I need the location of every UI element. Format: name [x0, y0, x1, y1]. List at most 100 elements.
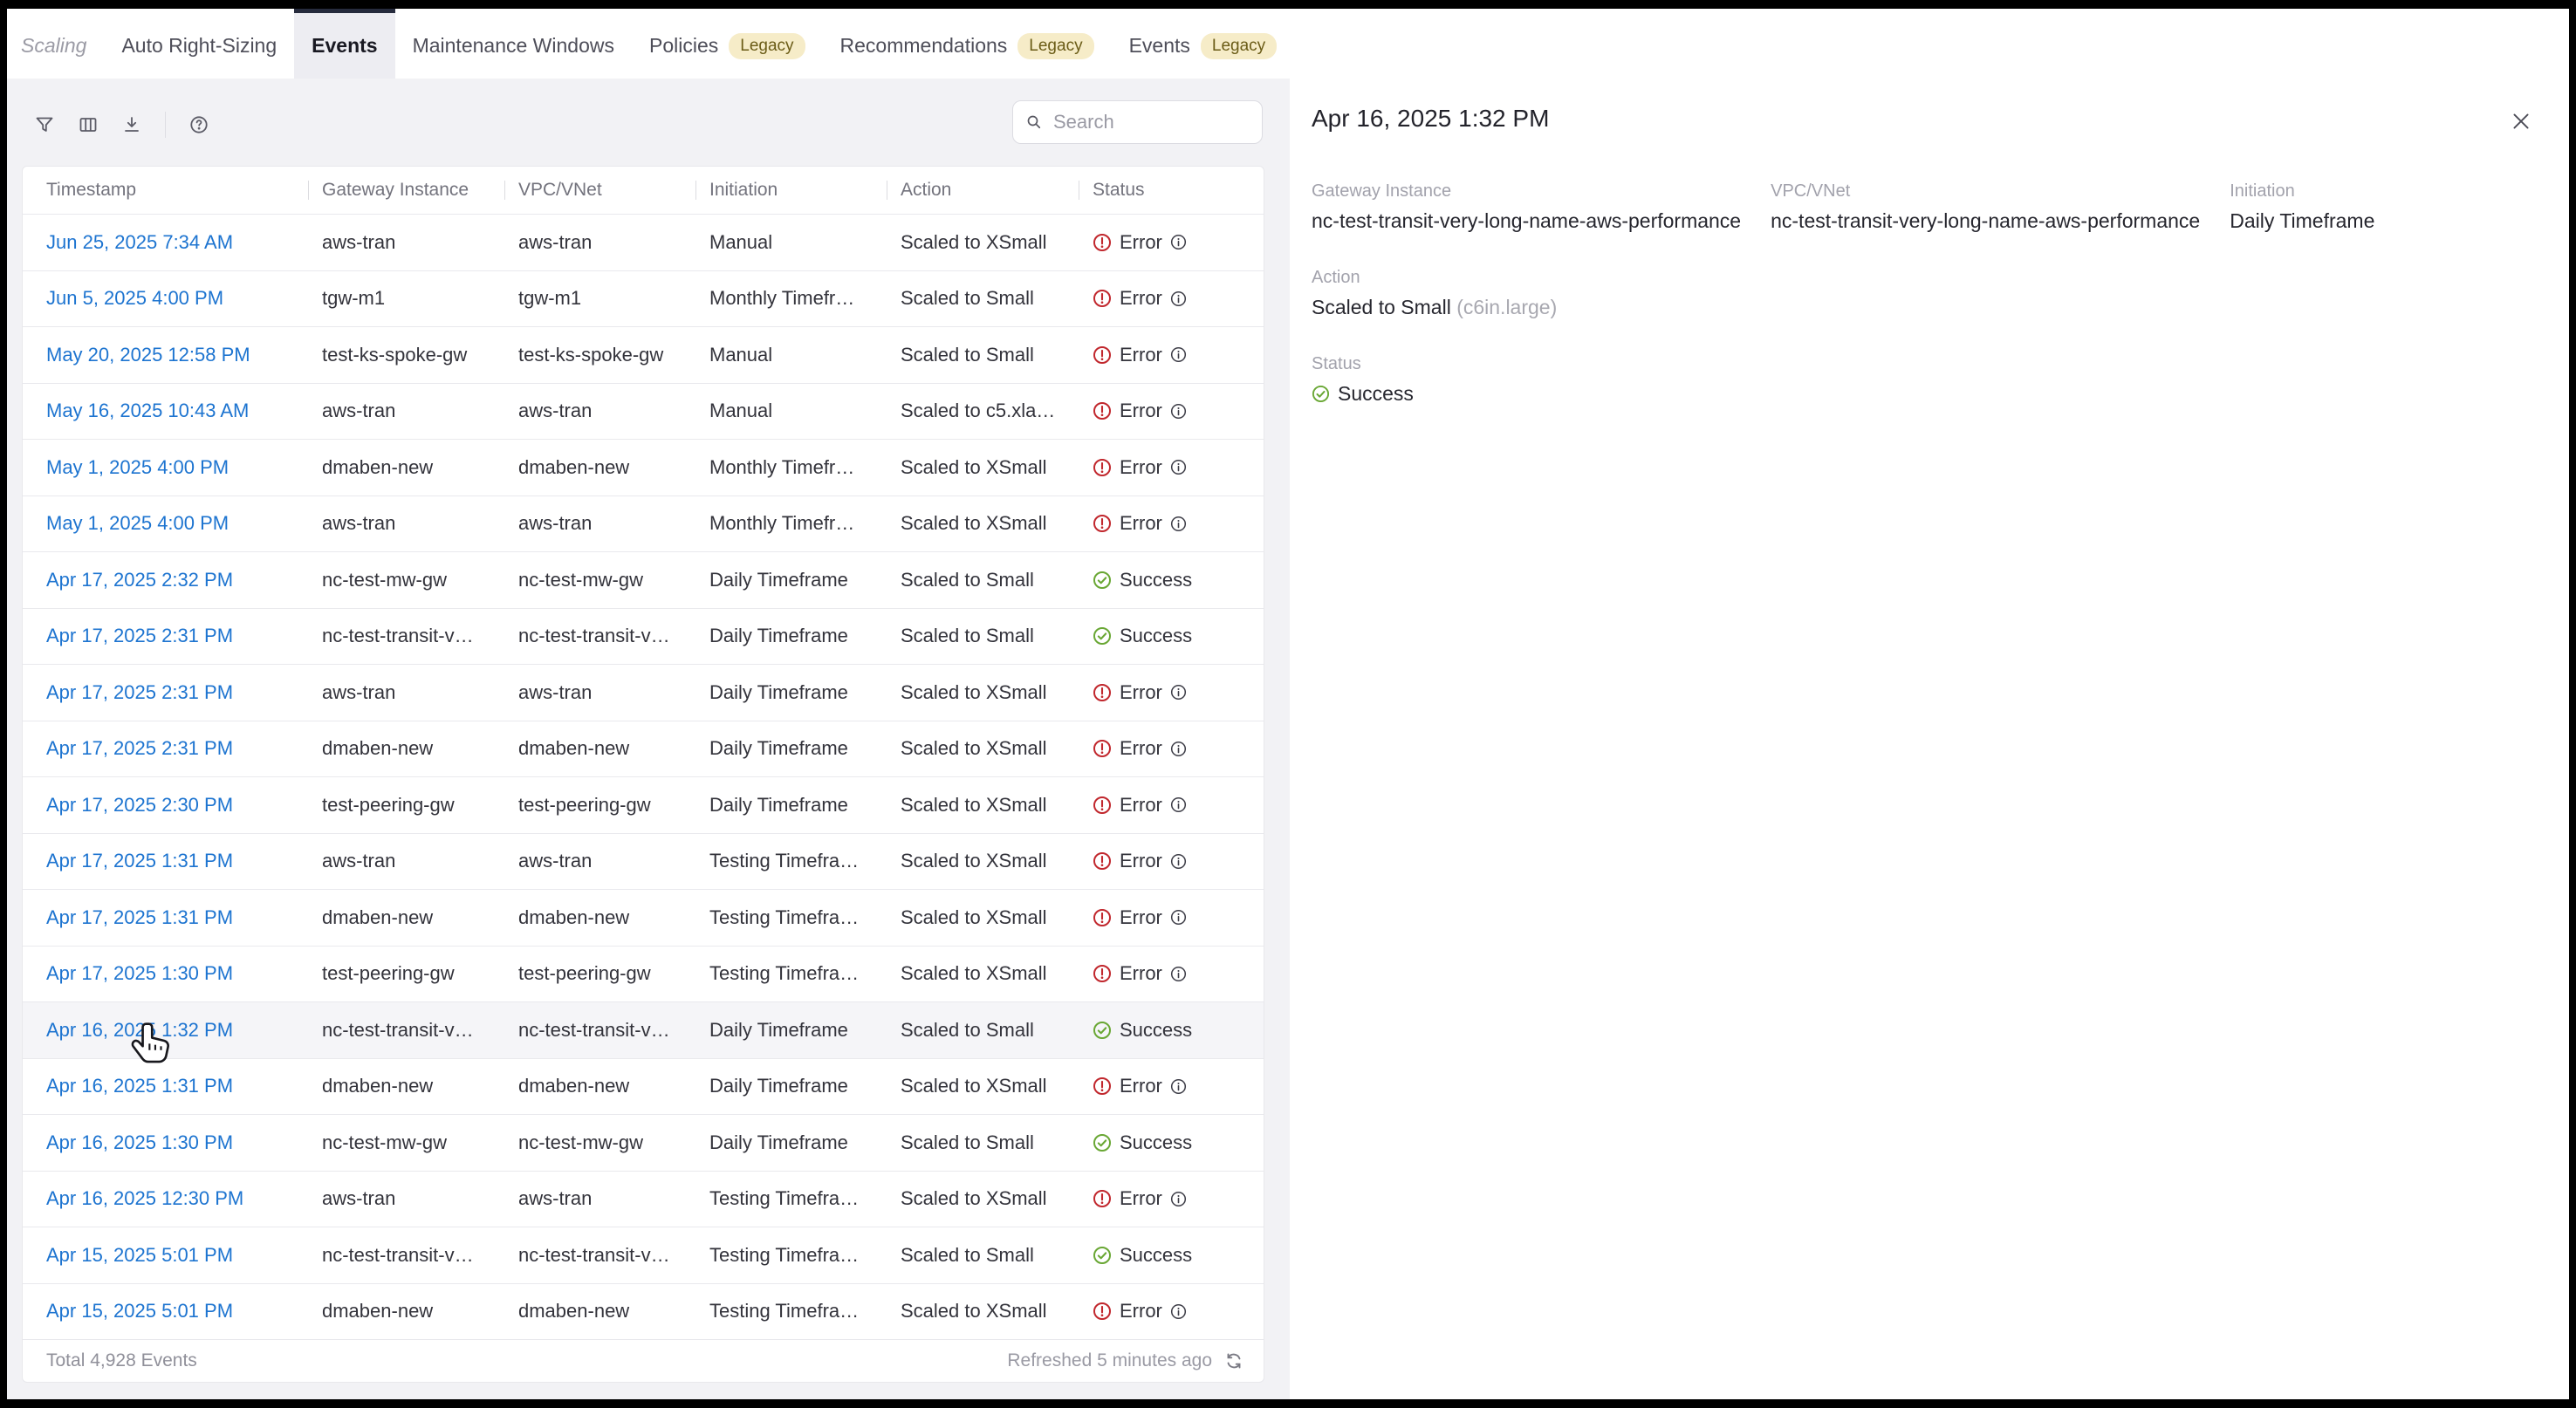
timestamp-link[interactable]: Apr 16, 2025 12:30 PM	[46, 1187, 243, 1209]
table-row[interactable]: May 20, 2025 12:58 PMtest-ks-spoke-gwtes…	[23, 326, 1264, 383]
legacy-badge: Legacy	[1017, 33, 1093, 59]
table-row[interactable]: May 1, 2025 4:00 PMaws-tranaws-tranMonth…	[23, 496, 1264, 552]
field-label: Initiation	[2230, 181, 2374, 202]
timestamp-link[interactable]: May 20, 2025 12:58 PM	[46, 344, 250, 366]
table-row[interactable]: Apr 16, 2025 12:30 PMaws-tranaws-tranTes…	[23, 1171, 1264, 1227]
vpc-vnet-cell: dmaben-new	[504, 906, 695, 929]
info-circle-icon[interactable]	[1170, 234, 1187, 250]
tab-label: Auto Right-Sizing	[121, 34, 277, 58]
timestamp-link[interactable]: Apr 16, 2025 1:32 PM	[46, 1019, 233, 1041]
info-circle-icon[interactable]	[1170, 796, 1187, 813]
info-circle-icon[interactable]	[1170, 741, 1187, 757]
table-row[interactable]: Apr 15, 2025 5:01 PMnc-test-transit-v…nc…	[23, 1227, 1264, 1283]
info-circle-icon[interactable]	[1170, 516, 1187, 532]
table-row[interactable]: Apr 17, 2025 2:31 PMaws-tranaws-tranDail…	[23, 664, 1264, 721]
timestamp-link[interactable]: Jun 5, 2025 4:00 PM	[46, 287, 223, 309]
info-circle-icon[interactable]	[1170, 966, 1187, 982]
status-cell: Error	[1079, 456, 1264, 479]
download-icon[interactable]	[121, 114, 142, 135]
timestamp-link[interactable]: Apr 16, 2025 1:30 PM	[46, 1131, 233, 1153]
error-circle-icon	[1093, 1302, 1112, 1321]
initiation-cell: Daily Timeframe	[695, 681, 887, 704]
timestamp-link[interactable]: Apr 17, 2025 2:31 PM	[46, 737, 233, 759]
info-circle-icon[interactable]	[1170, 459, 1187, 475]
table-toolbar	[22, 79, 1264, 166]
table-footer: Total 4,928 Events Refreshed 5 minutes a…	[23, 1339, 1264, 1382]
timestamp-link[interactable]: Apr 17, 2025 2:31 PM	[46, 681, 233, 703]
tab-events-legacy[interactable]: EventsLegacy	[1112, 9, 1295, 79]
table-row[interactable]: Apr 17, 2025 1:31 PMdmaben-newdmaben-new…	[23, 889, 1264, 946]
info-circle-icon[interactable]	[1170, 909, 1187, 926]
filter-icon[interactable]	[34, 114, 55, 135]
error-circle-icon	[1093, 1189, 1112, 1208]
table-row[interactable]: Apr 16, 2025 1:31 PMdmaben-newdmaben-new…	[23, 1058, 1264, 1115]
vpc-vnet-cell: dmaben-new	[504, 1075, 695, 1097]
tab-auto-right-sizing[interactable]: Auto Right-Sizing	[104, 9, 294, 79]
info-circle-icon[interactable]	[1170, 684, 1187, 701]
initiation-cell: Monthly Timefr…	[695, 287, 887, 310]
timestamp-link[interactable]: Apr 17, 2025 2:30 PM	[46, 794, 233, 816]
status-cell: Error	[1079, 850, 1264, 872]
initiation-cell: Manual	[695, 231, 887, 254]
detail-field-gateway-instance: Gateway Instancenc-test-transit-very-lon…	[1312, 181, 1741, 233]
initiation-cell: Daily Timeframe	[695, 1019, 887, 1042]
search-box[interactable]	[1012, 100, 1263, 144]
initiation-cell: Daily Timeframe	[695, 737, 887, 760]
info-circle-icon[interactable]	[1170, 346, 1187, 363]
vpc-vnet-cell: aws-tran	[504, 850, 695, 872]
timestamp-link[interactable]: Apr 15, 2025 5:01 PM	[46, 1300, 233, 1322]
search-icon	[1025, 113, 1043, 131]
error-circle-icon	[1093, 908, 1112, 927]
table-row[interactable]: Apr 15, 2025 5:01 PMdmaben-newdmaben-new…	[23, 1283, 1264, 1340]
info-circle-icon[interactable]	[1170, 1078, 1187, 1095]
columns-icon[interactable]	[78, 114, 99, 135]
timestamp-link[interactable]: Apr 16, 2025 1:31 PM	[46, 1075, 233, 1097]
tab-scaling[interactable]: Scaling	[21, 9, 104, 79]
timestamp-link[interactable]: Apr 17, 2025 1:31 PM	[46, 906, 233, 928]
status-cell: Error	[1079, 231, 1264, 254]
table-row[interactable]: Apr 16, 2025 1:30 PMnc-test-mw-gwnc-test…	[23, 1114, 1264, 1171]
info-circle-icon[interactable]	[1170, 290, 1187, 307]
status-cell: Error	[1079, 344, 1264, 366]
table-row[interactable]: Jun 5, 2025 4:00 PMtgw-m1tgw-m1Monthly T…	[23, 270, 1264, 327]
timestamp-link[interactable]: May 16, 2025 10:43 AM	[46, 400, 249, 421]
table-row[interactable]: May 16, 2025 10:43 AMaws-tranaws-tranMan…	[23, 383, 1264, 440]
search-input[interactable]	[1053, 111, 1250, 133]
timestamp-link[interactable]: Jun 25, 2025 7:34 AM	[46, 231, 233, 253]
table-row[interactable]: May 1, 2025 4:00 PMdmaben-newdmaben-newM…	[23, 439, 1264, 496]
timestamp-link[interactable]: Apr 17, 2025 2:32 PM	[46, 569, 233, 591]
info-circle-icon[interactable]	[1170, 1303, 1187, 1320]
table-row[interactable]: Apr 17, 2025 2:31 PMdmaben-newdmaben-new…	[23, 721, 1264, 777]
tab-bar: Scaling Auto Right-Sizing EventsMaintenanc…	[7, 9, 2569, 79]
table-row[interactable]: Apr 17, 2025 2:32 PMnc-test-mw-gwnc-test…	[23, 551, 1264, 608]
initiation-cell: Testing Timefra…	[695, 962, 887, 985]
table-row[interactable]: Apr 17, 2025 2:31 PMnc-test-transit-v…nc…	[23, 608, 1264, 665]
timestamp-link[interactable]: Apr 15, 2025 5:01 PM	[46, 1244, 233, 1266]
timestamp-link[interactable]: Apr 17, 2025 1:31 PM	[46, 850, 233, 871]
close-icon[interactable]	[2510, 110, 2532, 133]
tab-recommendations-legacy[interactable]: RecommendationsLegacy	[823, 9, 1112, 79]
gateway-instance-cell: aws-tran	[308, 850, 504, 872]
vpc-vnet-cell: aws-tran	[504, 231, 695, 254]
table-row[interactable]: Apr 17, 2025 2:30 PMtest-peering-gwtest-…	[23, 776, 1264, 833]
info-circle-icon[interactable]	[1170, 1191, 1187, 1207]
timestamp-link[interactable]: May 1, 2025 4:00 PM	[46, 456, 229, 478]
table-row[interactable]: Apr 16, 2025 1:32 PMnc-test-transit-v…nc…	[23, 1001, 1264, 1058]
timestamp-link[interactable]: Apr 17, 2025 1:30 PM	[46, 962, 233, 984]
tab-events[interactable]: Events	[294, 9, 394, 79]
timestamp-link[interactable]: May 1, 2025 4:00 PM	[46, 512, 229, 534]
tab-label: Policies	[649, 34, 718, 58]
table-row[interactable]: Apr 17, 2025 1:31 PMaws-tranaws-tranTest…	[23, 833, 1264, 890]
table-row[interactable]: Jun 25, 2025 7:34 AMaws-tranaws-tranManu…	[23, 214, 1264, 270]
status-text: Error	[1120, 1300, 1162, 1323]
refresh-icon[interactable]	[1223, 1350, 1244, 1371]
tab-policies-legacy[interactable]: Policies Legacy	[632, 9, 823, 79]
info-circle-icon[interactable]	[1170, 403, 1187, 420]
help-icon[interactable]	[188, 114, 209, 135]
table-row[interactable]: Apr 17, 2025 1:30 PMtest-peering-gwtest-…	[23, 946, 1264, 1002]
timestamp-link[interactable]: Apr 17, 2025 2:31 PM	[46, 625, 233, 646]
info-circle-icon[interactable]	[1170, 853, 1187, 870]
column-header-action: Action	[887, 180, 1079, 201]
legacy-badge: Legacy	[729, 33, 805, 59]
tab-maintenance-windows[interactable]: Maintenance Windows	[395, 9, 632, 79]
